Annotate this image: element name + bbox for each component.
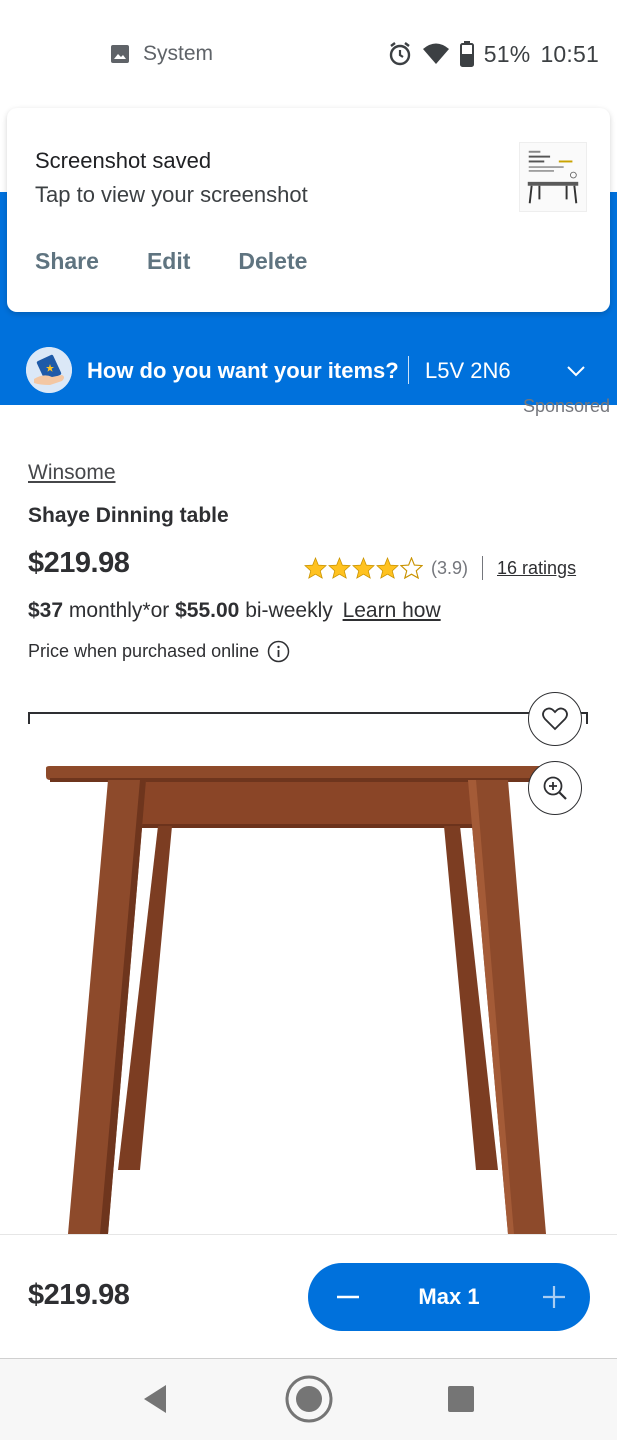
star-empty-icon — [400, 557, 423, 579]
image-icon — [111, 45, 129, 63]
system-nav-bar — [0, 1359, 617, 1440]
sticky-price: $219.98 — [28, 1279, 130, 1311]
favorite-button[interactable] — [528, 692, 582, 746]
battery-percent: 51% — [483, 40, 531, 67]
star-full-icon — [376, 557, 399, 579]
star-full-icon — [328, 557, 351, 579]
wifi-icon — [422, 43, 449, 64]
learn-how-link[interactable]: Learn how — [343, 599, 441, 622]
heart-icon — [542, 707, 568, 731]
back-icon[interactable] — [140, 1383, 170, 1415]
sponsored-label: Sponsored — [523, 396, 611, 416]
add-to-cart-bar: $219.98 Max 1 — [0, 1234, 617, 1359]
ratings-count-link[interactable]: 16 ratings — [497, 558, 576, 579]
brand-link[interactable]: Winsome — [28, 461, 116, 485]
monthly-amount: $37 — [28, 599, 64, 622]
quantity-stepper[interactable]: Max 1 — [308, 1263, 590, 1331]
online-note-text: Price when purchased online — [28, 641, 260, 661]
screenshot-notification[interactable]: Screenshot saved Tap to view your screen… — [7, 108, 610, 312]
fulfillment-question: How do you want your items? — [87, 358, 399, 383]
biweekly-amount: $55.00 — [175, 599, 240, 622]
divider — [482, 556, 484, 580]
image-carousel-frame — [28, 712, 588, 724]
edit-button[interactable]: Edit — [147, 248, 190, 275]
star-rating — [304, 557, 423, 579]
online-price-note: Price when purchased online — [28, 640, 290, 663]
biweekly-text: bi-weekly — [245, 599, 333, 622]
star-full-icon — [352, 557, 375, 579]
monthly-text: monthly*or — [68, 599, 170, 622]
notification-actions: Share Edit Delete — [35, 248, 307, 275]
star-full-icon — [304, 557, 327, 579]
zoom-in-icon — [543, 776, 567, 800]
rating-summary[interactable]: (3.9) 16 ratings — [304, 556, 576, 580]
status-bar: System 51% 10:51 — [0, 0, 617, 108]
product-price: $219.98 — [28, 547, 130, 579]
alarm-icon — [389, 42, 410, 66]
plus-icon[interactable] — [532, 1275, 576, 1319]
delivery-hand-icon — [26, 347, 72, 393]
clock: 10:51 — [540, 40, 599, 67]
share-button[interactable]: Share — [35, 248, 99, 275]
status-indicators: 51% 10:51 — [388, 38, 599, 70]
product-image[interactable] — [0, 740, 617, 1234]
divider — [408, 356, 409, 384]
notification-subtitle: Tap to view your screenshot — [35, 182, 308, 207]
screenshot-thumbnail[interactable] — [519, 142, 587, 212]
info-icon[interactable] — [267, 640, 290, 663]
home-icon[interactable] — [284, 1374, 334, 1424]
rating-value: (3.9) — [431, 557, 469, 578]
status-app-name: System — [143, 42, 214, 65]
delete-button[interactable]: Delete — [238, 248, 307, 275]
battery-icon — [459, 41, 474, 67]
product-title: Shaye Dinning table — [28, 504, 229, 527]
postal-code: L5V 2N6 — [425, 358, 511, 383]
chevron-down-icon[interactable] — [565, 360, 587, 382]
notification-title: Screenshot saved — [35, 148, 212, 173]
recent-apps-icon[interactable] — [447, 1385, 475, 1413]
payment-options: $37 monthly*or $55.00 bi-weekly Learn ho… — [28, 599, 441, 623]
zoom-button[interactable] — [528, 761, 582, 815]
